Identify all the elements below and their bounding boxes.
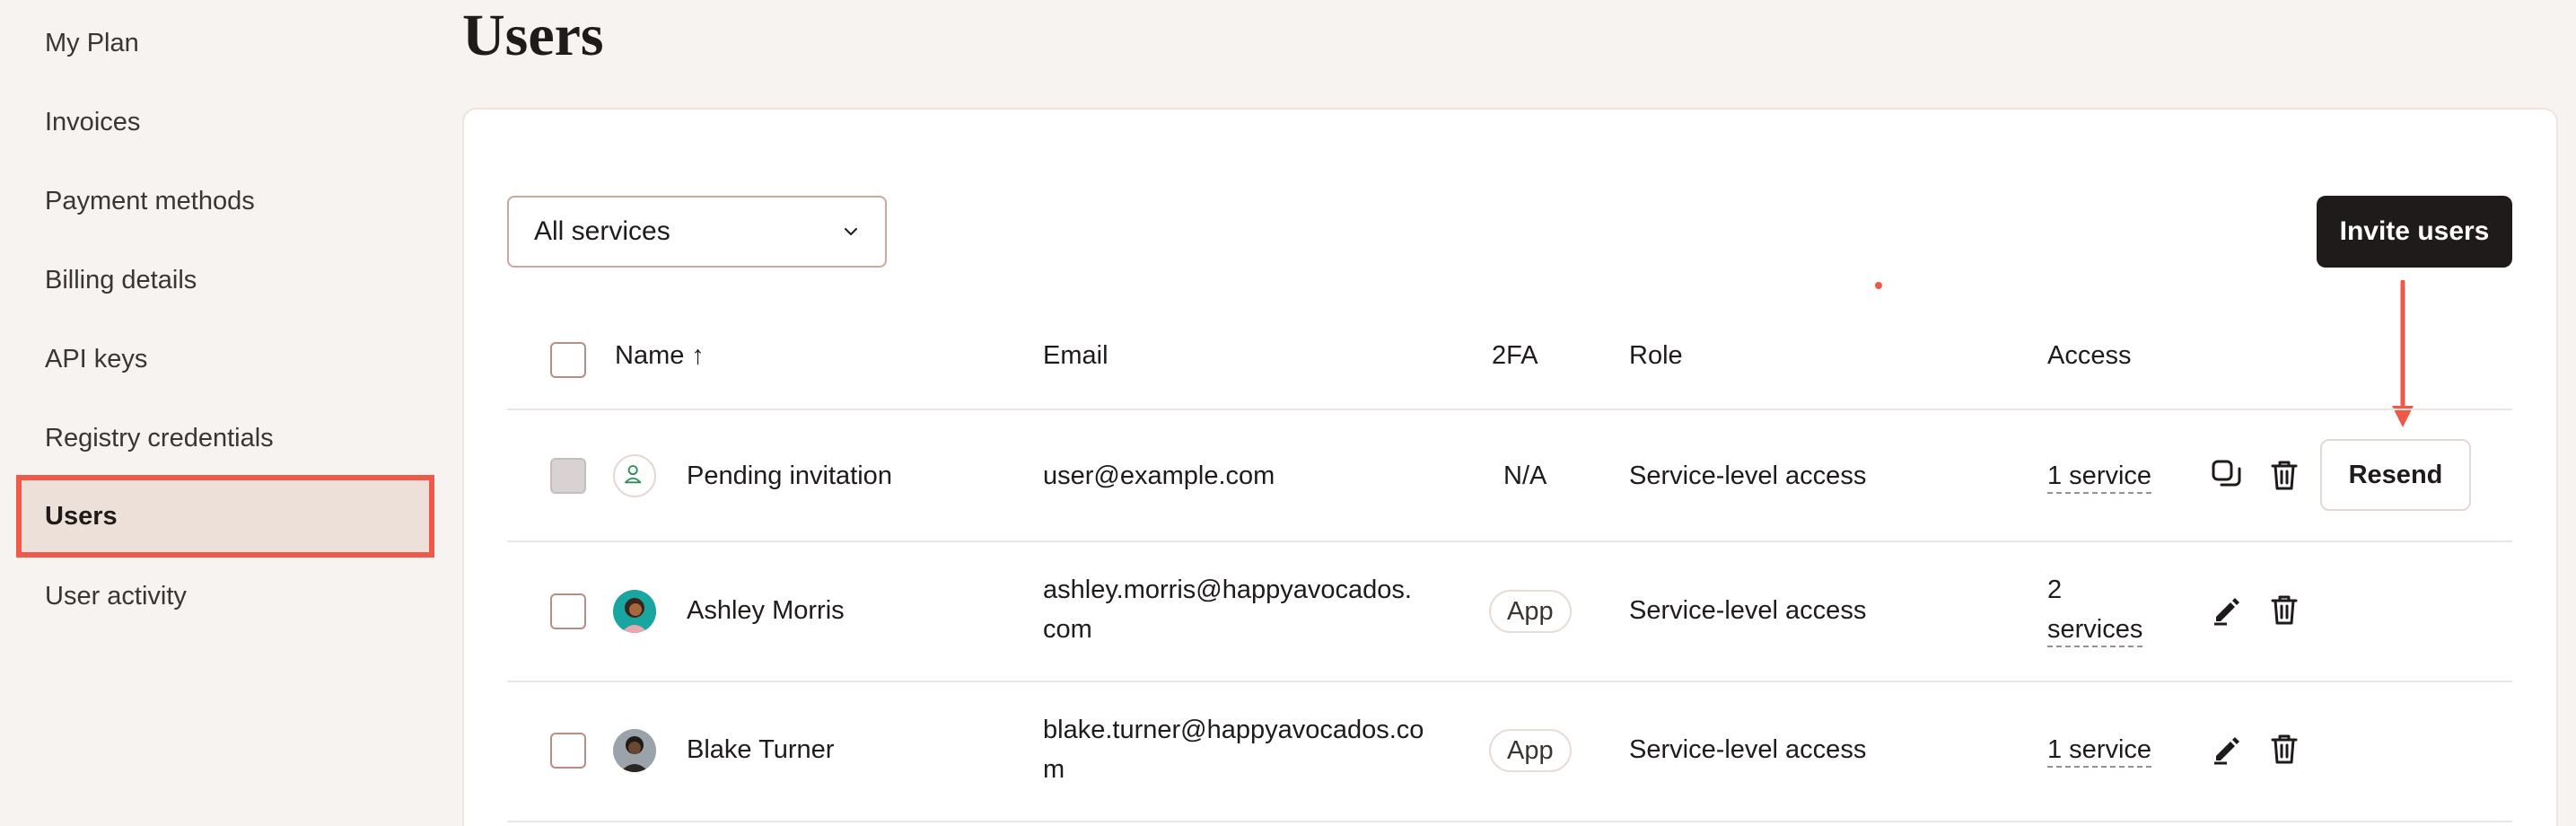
- sidebar-item-billing-details[interactable]: Billing details: [16, 239, 434, 321]
- user-name: Pending invitation: [687, 461, 892, 490]
- sidebar-item-my-plan[interactable]: My Plan: [16, 2, 434, 84]
- services-filter-value: All services: [534, 216, 670, 246]
- edit-icon[interactable]: [2209, 731, 2245, 767]
- user-email: user@example.com: [1043, 461, 1275, 490]
- users-card: All services Invite users Name ↑ Email 2…: [462, 108, 2558, 826]
- sidebar-item-users[interactable]: Users: [16, 475, 434, 558]
- user-role: Service‑level access: [1629, 461, 1867, 490]
- access-link-text: services: [2047, 615, 2143, 647]
- avatar: [613, 590, 656, 633]
- user-name: Blake Turner: [687, 735, 835, 764]
- trash-icon[interactable]: [2266, 457, 2302, 493]
- user-email-line: ashley.morris@happyavocados.: [1043, 576, 1412, 604]
- twofa-badge: App: [1489, 590, 1572, 633]
- user-role: Service‑level access: [1629, 596, 1867, 625]
- column-header-2fa: 2FA: [1492, 341, 1538, 370]
- access-link-text: 1 service: [2047, 461, 2152, 494]
- trash-icon[interactable]: [2266, 592, 2302, 628]
- sidebar-item-invoices[interactable]: Invoices: [16, 81, 434, 163]
- user-role: Service‑level access: [1629, 735, 1867, 764]
- twofa-badge: App: [1489, 729, 1572, 772]
- table-divider: [507, 409, 2512, 410]
- access-link-line: services: [2047, 610, 2143, 649]
- edit-icon[interactable]: [2209, 592, 2245, 628]
- user-email: blake.turner@happyavocados.co m: [1043, 710, 1424, 789]
- sidebar-item-api-keys[interactable]: API keys: [16, 318, 434, 400]
- annotation-dot: [1875, 282, 1882, 289]
- user-name: Ashley Morris: [687, 596, 845, 625]
- user-email-line: m: [1043, 755, 1065, 784]
- sidebar-item-user-activity[interactable]: User activity: [16, 555, 434, 637]
- column-header-email: Email: [1043, 341, 1108, 370]
- services-filter-select[interactable]: All services: [507, 196, 887, 268]
- row-checkbox: [550, 458, 586, 494]
- copy-icon[interactable]: [2209, 457, 2245, 493]
- table-divider: [507, 681, 2512, 682]
- access-link[interactable]: 1 service: [2047, 735, 2152, 768]
- trash-icon[interactable]: [2266, 731, 2302, 767]
- twofa-value: N/A: [1503, 461, 1547, 490]
- page-title: Users: [462, 3, 604, 68]
- row-checkbox[interactable]: [550, 733, 586, 769]
- resend-invite-button[interactable]: Resend: [2320, 439, 2471, 511]
- user-email-line: com: [1043, 615, 1092, 644]
- avatar: [613, 729, 656, 772]
- access-link[interactable]: 1 service: [2047, 461, 2152, 494]
- user-email-line: blake.turner@happyavocados.co: [1043, 716, 1424, 744]
- pending-user-icon: [613, 454, 656, 497]
- sidebar-item-registry-credentials[interactable]: Registry credentials: [16, 397, 434, 479]
- sidebar: My Plan Invoices Payment methods Billing…: [0, 0, 453, 826]
- sidebar-item-payment-methods[interactable]: Payment methods: [16, 160, 434, 242]
- user-email: ashley.morris@happyavocados. com: [1043, 570, 1412, 649]
- select-all-checkbox[interactable]: [550, 342, 586, 378]
- access-link-text: 1 service: [2047, 735, 2152, 768]
- chevron-down-icon: [845, 228, 857, 235]
- column-header-access: Access: [2047, 341, 2132, 370]
- column-header-role: Role: [1629, 341, 1683, 370]
- table-divider: [507, 821, 2512, 822]
- access-link-line: 2: [2047, 576, 2063, 604]
- column-header-name[interactable]: Name ↑: [615, 341, 705, 371]
- table-divider: [507, 540, 2512, 542]
- row-checkbox[interactable]: [550, 593, 586, 629]
- invite-users-button[interactable]: Invite users: [2317, 196, 2512, 268]
- access-link[interactable]: 2 services: [2047, 570, 2143, 649]
